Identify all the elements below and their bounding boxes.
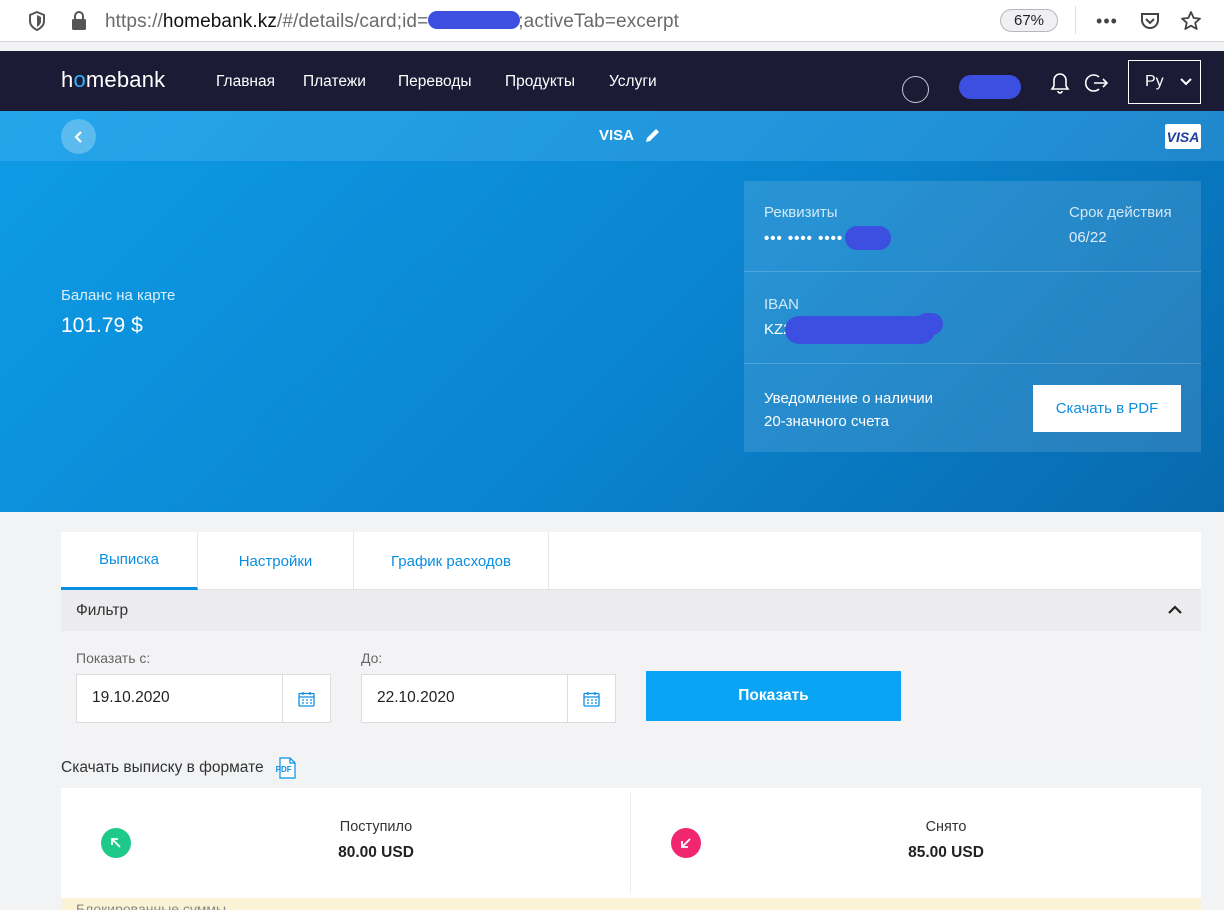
download-statement-row: Скачать выписку в формате PDF	[61, 756, 298, 780]
balance-value: 101.79 $	[61, 314, 143, 337]
iban-label: IBAN	[764, 296, 800, 313]
logo-text-h: h	[61, 67, 74, 92]
incoming-label: Поступило	[339, 819, 413, 835]
tab-spending-chart[interactable]: График расходов	[354, 532, 549, 590]
pocket-icon[interactable]	[1139, 10, 1161, 32]
shield-icon[interactable]	[26, 10, 48, 32]
download-pdf-button[interactable]: Скачать в PDF	[1033, 385, 1181, 432]
avatar[interactable]	[902, 76, 929, 103]
summary-divider	[630, 793, 631, 893]
statement-summary: Поступило 80.00 USD Снято 85.00 USD	[61, 788, 1201, 898]
date-from-value: 19.10.2020	[92, 689, 170, 706]
more-icon[interactable]: •••	[1096, 10, 1118, 32]
bell-icon[interactable]	[1049, 71, 1071, 100]
back-button[interactable]	[61, 119, 96, 154]
date-to-value: 22.10.2020	[377, 689, 455, 706]
tab-bar: Выписка Настройки График расходов	[61, 532, 1201, 590]
bookmark-star-icon[interactable]	[1180, 10, 1202, 32]
date-to-label: До:	[361, 650, 383, 666]
outgoing-value: 85.00 USD	[908, 844, 984, 861]
tab-statement[interactable]: Выписка	[61, 532, 198, 590]
logo-text-o: o	[73, 67, 86, 92]
card-number-masked: ••• •••• ••••	[764, 230, 844, 247]
chevron-down-icon	[1179, 78, 1192, 86]
nav-item-products[interactable]: Продукты	[505, 73, 575, 91]
logout-icon[interactable]	[1084, 72, 1109, 99]
browser-toolbar: https://homebank.kz/#/details/card;id= ;a…	[0, 0, 1224, 42]
card-title[interactable]: VISA	[599, 127, 661, 144]
chevron-left-icon	[73, 130, 82, 143]
language-select[interactable]: Ру	[1128, 60, 1201, 104]
calendar-icon[interactable]	[282, 675, 330, 722]
url-scheme: https://	[105, 11, 163, 32]
pdf-file-icon[interactable]: PDF	[276, 756, 298, 780]
homebank-logo[interactable]: homebank	[61, 67, 165, 93]
notice-line-2: 20-значного счета	[764, 413, 889, 430]
url-query: ;activeTab=excerpt	[518, 11, 680, 32]
zoom-indicator[interactable]: 67%	[1000, 9, 1058, 32]
nav-item-transfers[interactable]: Переводы	[398, 73, 472, 91]
url-host: homebank.kz	[162, 11, 277, 32]
calendar-icon[interactable]	[567, 675, 615, 722]
expiry-label: Срок действия	[1069, 204, 1172, 221]
redacted-iban-end	[915, 313, 943, 335]
redacted-user-name	[959, 75, 1021, 99]
pdf-format-label: PDF	[275, 765, 292, 774]
notice-line-1: Уведомление о наличии	[764, 390, 934, 407]
date-to-input[interactable]: 22.10.2020	[361, 674, 616, 723]
address-bar[interactable]: https://homebank.kz/#/details/card;id= ;a…	[105, 9, 679, 33]
expiry-value: 06/22	[1069, 229, 1107, 246]
pencil-icon[interactable]	[644, 127, 661, 144]
blocked-amounts-label: Блокированные суммы	[76, 901, 227, 910]
nav-item-home[interactable]: Главная	[216, 73, 275, 91]
visa-logo: VISA	[1165, 124, 1201, 149]
requisites-row: Реквизиты ••• •••• •••• Срок действия 06…	[744, 181, 1201, 272]
tab-settings[interactable]: Настройки	[198, 532, 354, 590]
language-value: Ру	[1145, 73, 1164, 90]
redacted-id	[428, 9, 521, 31]
redacted-card-number	[845, 226, 891, 250]
chevron-up-icon[interactable]	[1168, 605, 1182, 614]
filter-title: Фильтр	[76, 602, 129, 619]
filter-header[interactable]: Фильтр	[61, 590, 1201, 631]
nav-item-services[interactable]: Услуги	[609, 73, 657, 91]
date-from-input[interactable]: 19.10.2020	[76, 674, 331, 723]
blocked-amounts-bar[interactable]: Блокированные суммы	[61, 898, 1201, 910]
url-path: /#/details/card;id=	[276, 11, 429, 32]
nav-item-payments[interactable]: Платежи	[303, 73, 366, 91]
outgoing-label: Снято	[925, 819, 967, 835]
account-notice: Уведомление о наличии 20-значного счета	[764, 387, 933, 433]
requisites-label: Реквизиты	[764, 204, 838, 221]
lock-icon[interactable]	[68, 10, 90, 32]
incoming-value: 80.00 USD	[338, 844, 414, 861]
redacted-iban	[785, 316, 935, 344]
outgoing-arrow-icon	[671, 828, 701, 858]
card-name: VISA	[599, 127, 635, 144]
incoming-arrow-icon	[101, 828, 131, 858]
logo-text-rest: mebank	[85, 67, 166, 92]
date-from-label: Показать с:	[76, 650, 151, 666]
download-statement-label: Скачать выписку в формате	[61, 759, 264, 776]
balance-label: Баланс на карте	[61, 287, 176, 304]
main-navigation: homebank Главная Платежи Переводы Продук…	[0, 51, 1224, 111]
show-button[interactable]: Показать	[646, 671, 901, 721]
toolbar-divider	[1075, 6, 1076, 34]
